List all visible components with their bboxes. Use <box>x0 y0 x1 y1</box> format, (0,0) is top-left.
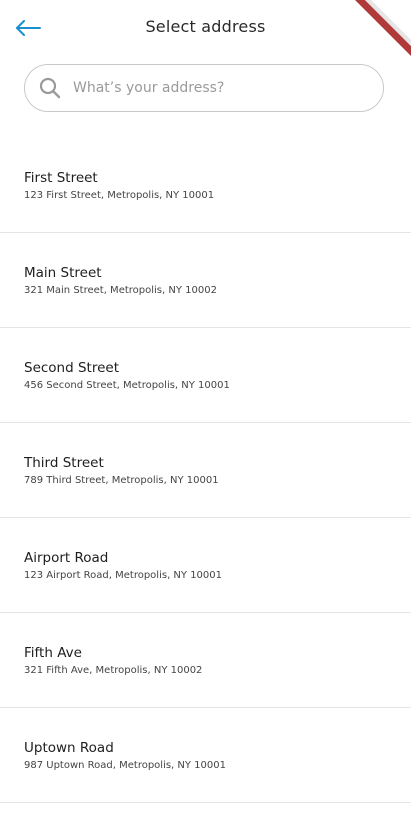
address-list: First Street 123 First Street, Metropoli… <box>0 138 411 803</box>
address-detail: 456 Second Street, Metropolis, NY 10001 <box>24 380 230 391</box>
debug-banner <box>351 0 411 60</box>
search-icon <box>39 77 61 99</box>
search-input[interactable] <box>73 80 353 96</box>
address-item-first-street[interactable]: First Street 123 First Street, Metropoli… <box>0 138 411 233</box>
address-name: Second Street <box>24 360 119 376</box>
address-name: First Street <box>24 170 98 186</box>
address-item-main-street[interactable]: Main Street 321 Main Street, Metropolis,… <box>0 233 411 328</box>
address-name: Uptown Road <box>24 740 114 756</box>
address-item-uptown-road[interactable]: Uptown Road 987 Uptown Road, Metropolis,… <box>0 708 411 803</box>
address-detail: 123 First Street, Metropolis, NY 10001 <box>24 190 215 201</box>
address-item-second-street[interactable]: Second Street 456 Second Street, Metropo… <box>0 328 411 423</box>
address-detail: 987 Uptown Road, Metropolis, NY 10001 <box>24 760 226 771</box>
app-header: Select address <box>0 0 411 56</box>
address-item-airport-road[interactable]: Airport Road 123 Airport Road, Metropoli… <box>0 518 411 613</box>
address-name: Fifth Ave <box>24 645 82 661</box>
address-name: Main Street <box>24 265 102 281</box>
address-name: Airport Road <box>24 550 109 566</box>
address-detail: 321 Main Street, Metropolis, NY 10002 <box>24 285 217 296</box>
search-bar[interactable] <box>24 64 384 112</box>
address-item-third-street[interactable]: Third Street 789 Third Street, Metropoli… <box>0 423 411 518</box>
page-title: Select address <box>145 17 266 36</box>
address-item-fifth-ave[interactable]: Fifth Ave 321 Fifth Ave, Metropolis, NY … <box>0 613 411 708</box>
address-detail: 789 Third Street, Metropolis, NY 10001 <box>24 475 219 486</box>
address-detail: 321 Fifth Ave, Metropolis, NY 10002 <box>24 665 203 676</box>
address-detail: 123 Airport Road, Metropolis, NY 10001 <box>24 570 223 581</box>
address-name: Third Street <box>24 455 104 471</box>
